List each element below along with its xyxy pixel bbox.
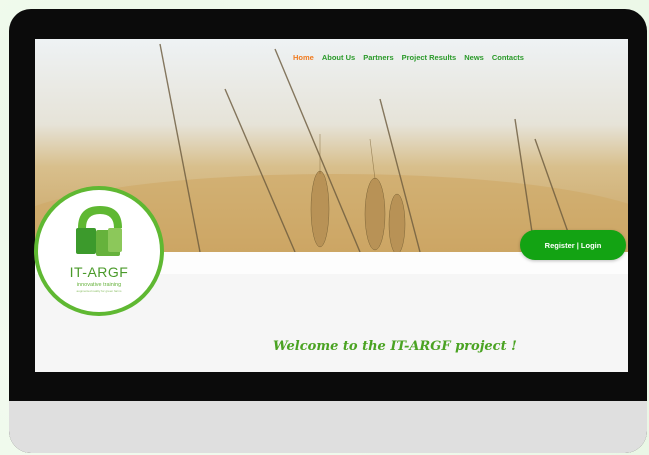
monitor-chin <box>9 401 647 453</box>
nav-contacts[interactable]: Contacts <box>492 53 524 62</box>
logo-title: IT-ARGF <box>69 264 129 280</box>
logo-mark-icon <box>76 206 122 256</box>
register-login-button[interactable]: Register | Login <box>520 230 626 260</box>
main-nav: Home About Us Partners Project Results N… <box>293 53 524 62</box>
nav-home[interactable]: Home <box>293 53 314 62</box>
nav-project-results[interactable]: Project Results <box>402 53 457 62</box>
nav-news[interactable]: News <box>464 53 484 62</box>
site-logo[interactable]: IT-ARGF innovative training augmented re… <box>34 186 164 316</box>
logo-subtitle: innovative training <box>76 282 122 288</box>
nav-partners[interactable]: Partners <box>363 53 393 62</box>
logo-tagline: augmented reality for green farms <box>76 289 122 293</box>
welcome-heading: Welcome to the IT-ARGF project ! <box>273 339 517 354</box>
nav-about-us[interactable]: About Us <box>322 53 355 62</box>
